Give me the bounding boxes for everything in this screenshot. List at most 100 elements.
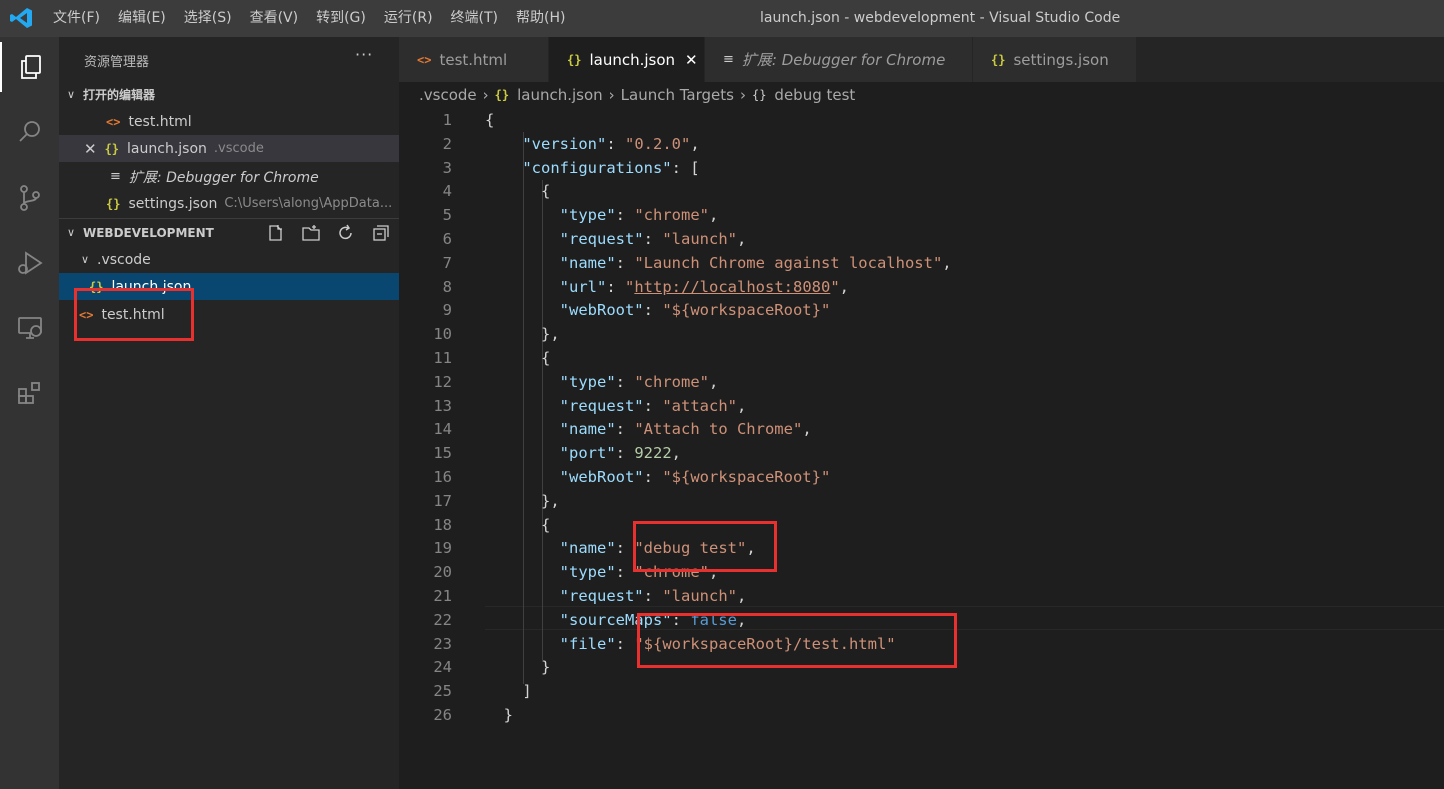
code-token: http://localhost:8080	[634, 277, 831, 296]
code-token: "file"	[559, 634, 616, 653]
new-folder-icon[interactable]	[302, 224, 320, 246]
menu-file[interactable]: 文件(F)	[44, 0, 109, 37]
code-token: "Launch Chrome against localhost"	[634, 253, 943, 272]
breadcrumb-item[interactable]: debug test	[774, 86, 855, 104]
tab-launch-json[interactable]: {} launch.json ✕	[549, 37, 705, 82]
tab-label: settings.json	[1013, 50, 1109, 69]
code-line[interactable]: 10 },	[399, 322, 1444, 346]
line-number: 23	[433, 634, 452, 653]
open-editor-item[interactable]: <> test.html	[59, 108, 399, 135]
code-line[interactable]: 18 {	[399, 513, 1444, 537]
explorer-icon[interactable]	[0, 42, 59, 92]
code-line[interactable]: 16 "webRoot": "${workspaceRoot}"	[399, 465, 1444, 489]
code-token: {	[485, 515, 551, 534]
tab-label: launch.json	[589, 50, 676, 69]
code-line[interactable]: 20 "type": "chrome",	[399, 560, 1444, 584]
code-text: "port": 9222,	[485, 441, 681, 465]
menu-help[interactable]: 帮助(H)	[507, 0, 574, 37]
code-token: "launch"	[662, 587, 737, 605]
editor-tabs: <> test.html {} launch.json ✕ ≡ 扩展: Debu…	[399, 37, 1444, 82]
code-token: "request"	[559, 587, 644, 605]
search-icon[interactable]	[0, 107, 59, 157]
tab-test-html[interactable]: <> test.html	[399, 37, 549, 82]
tab-label: test.html	[439, 50, 508, 69]
chevron-right-icon: ›	[608, 86, 615, 104]
code-line[interactable]: 8 "url": "http://localhost:8080",	[399, 275, 1444, 299]
close-icon[interactable]: ✕	[84, 140, 97, 158]
code-line[interactable]: 5 "type": "chrome",	[399, 203, 1444, 227]
open-editors-title: 打开的编辑器	[83, 88, 156, 102]
code-token: "type"	[559, 563, 616, 582]
breadcrumb: .vscode › {} launch.json › Launch Target…	[419, 84, 855, 106]
line-number: 3	[442, 158, 452, 177]
line-number: 24	[433, 658, 452, 677]
menu-run[interactable]: 运行(R)	[375, 0, 442, 37]
close-icon[interactable]: ✕	[685, 51, 698, 69]
open-editors-section[interactable]: ∨ 打开的编辑器	[59, 81, 399, 108]
code-line[interactable]: 15 "port": 9222,	[399, 441, 1444, 465]
code-line[interactable]: 6 "request": "launch",	[399, 227, 1444, 251]
json-file-icon: {}	[494, 88, 510, 102]
folder-label: .vscode	[97, 251, 151, 268]
line-number: 9	[442, 301, 452, 320]
line-number: 10	[433, 325, 452, 344]
code-token: ]	[485, 682, 532, 701]
collapse-all-icon[interactable]	[372, 224, 390, 246]
breadcrumb-item[interactable]: Launch Targets	[621, 86, 734, 104]
more-actions-icon[interactable]: ···	[355, 45, 373, 64]
refresh-icon[interactable]	[337, 224, 355, 246]
menu-terminal[interactable]: 终端(T)	[442, 0, 507, 37]
line-number: 15	[433, 444, 452, 463]
code-line[interactable]: 14 "name": "Attach to Chrome",	[399, 417, 1444, 441]
code-line[interactable]: 12 "type": "chrome",	[399, 370, 1444, 394]
code-token: "request"	[559, 230, 644, 248]
code-text: "version": "0.2.0",	[485, 132, 699, 156]
remote-explorer-icon[interactable]	[0, 303, 59, 353]
workspace-section[interactable]: ∨ WEBDEVELOPMENT	[59, 219, 399, 246]
code-token: ,	[736, 587, 747, 605]
code-editor[interactable]: 1{2 "version": "0.2.0", 3 "configurations…	[399, 108, 1444, 789]
menu-go[interactable]: 转到(G)	[307, 0, 375, 37]
code-line[interactable]: 9 "webRoot": "${workspaceRoot}"	[399, 298, 1444, 322]
code-line[interactable]: 7 "name": "Launch Chrome against localho…	[399, 251, 1444, 275]
menu-edit[interactable]: 编辑(E)	[109, 0, 175, 37]
run-debug-icon[interactable]	[0, 238, 59, 288]
code-line[interactable]: 19 "name": "debug test",	[399, 536, 1444, 560]
code-line[interactable]: 21 "request": "launch",	[399, 584, 1444, 608]
menu-selection[interactable]: 选择(S)	[175, 0, 241, 37]
open-editor-item[interactable]: {} settings.json C:\Users\along\AppData.…	[59, 190, 399, 217]
code-token: :	[643, 587, 663, 605]
menu-view[interactable]: 查看(V)	[241, 0, 308, 37]
open-editor-item[interactable]: ≡ 扩展: Debugger for Chrome	[59, 163, 399, 190]
line-number: 26	[433, 706, 452, 724]
line-number: 7	[442, 253, 452, 272]
code-line[interactable]: 1{	[399, 108, 1444, 132]
code-line[interactable]: 26 }	[399, 703, 1444, 727]
tab-debugger-for-chrome[interactable]: ≡ 扩展: Debugger for Chrome	[705, 37, 973, 82]
code-line[interactable]: 4 {	[399, 179, 1444, 203]
code-line[interactable]: 3 "configurations": [	[399, 156, 1444, 180]
code-line[interactable]: 11 {	[399, 346, 1444, 370]
code-line[interactable]: 17 },	[399, 489, 1444, 513]
json-file-icon: {}	[106, 196, 121, 211]
line-number: 6	[442, 230, 452, 248]
breadcrumb-item[interactable]: .vscode	[419, 86, 477, 104]
new-file-icon[interactable]	[267, 224, 285, 246]
breadcrumb-item[interactable]: launch.json	[517, 86, 603, 104]
line-number: 14	[433, 420, 452, 439]
code-line[interactable]: 25 ]	[399, 679, 1444, 703]
open-editor-item[interactable]: ✕ {} launch.json .vscode	[59, 135, 399, 162]
source-control-icon[interactable]	[0, 173, 59, 223]
folder-item[interactable]: ∨ .vscode	[59, 246, 399, 273]
tab-settings-json[interactable]: {} settings.json	[973, 37, 1137, 82]
extensions-icon[interactable]	[0, 368, 59, 418]
code-line[interactable]: 13 "request": "attach",	[399, 394, 1444, 418]
code-text: "configurations": [	[485, 156, 699, 180]
code-line[interactable]: 2 "version": "0.2.0",	[399, 132, 1444, 156]
